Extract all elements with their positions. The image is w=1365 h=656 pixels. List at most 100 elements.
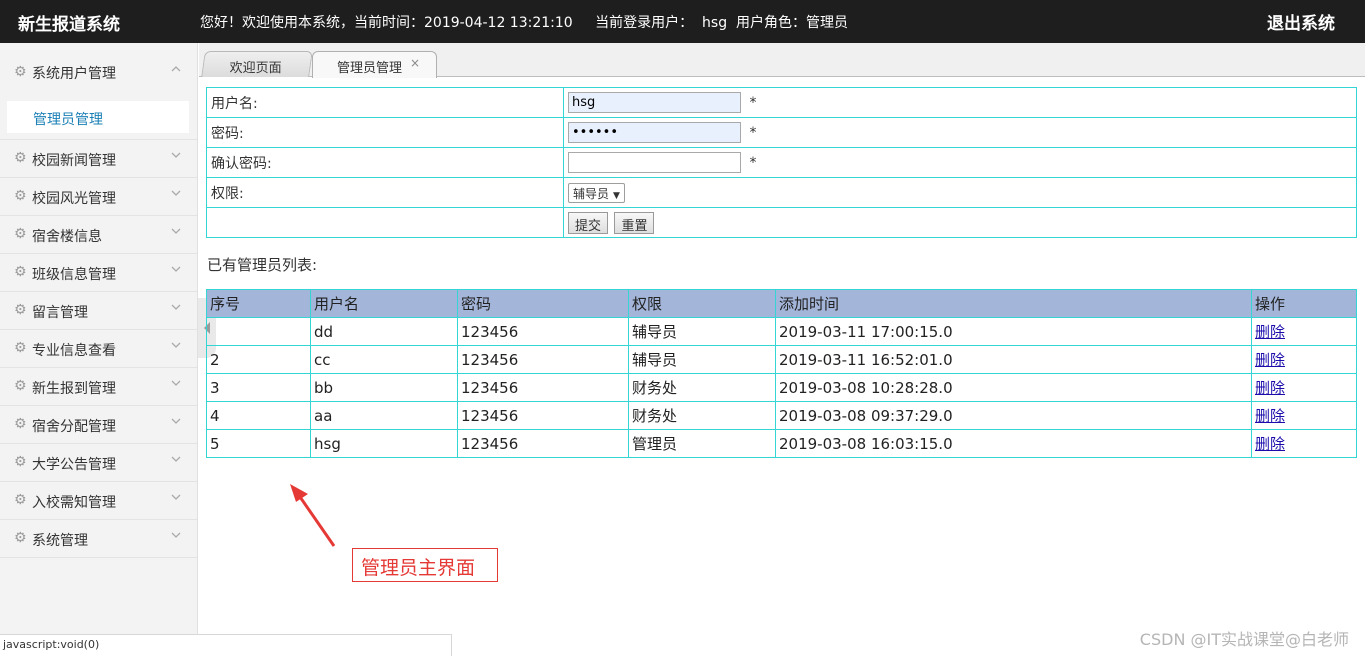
sidebar-subitem-label: 管理员管理	[33, 112, 103, 128]
table-row: 4 aa 123456 财务处 2019-03-08 09:37:29.0 删除	[206, 401, 1357, 430]
gear-icon: ⚙	[14, 188, 27, 204]
sidebar-item[interactable]: ⚙ 专业信息查看	[0, 330, 197, 368]
sidebar-item-label: 校园新闻管理	[32, 153, 116, 169]
table-cell: 财务处	[628, 373, 776, 402]
table-row: 2 cc 123456 辅导员 2019-03-11 16:52:01.0 删除	[206, 345, 1357, 374]
annotation-arrow-icon	[290, 484, 336, 547]
table-cell: 删除	[1251, 317, 1357, 346]
chevron-down-icon	[171, 304, 181, 314]
table-row: 5 hsg 123456 管理员 2019-03-08 16:03:15.0 删除	[206, 429, 1357, 458]
confirm-password-input[interactable]	[568, 152, 741, 173]
table-cell: 辅导员	[628, 317, 776, 346]
annotation-label: 管理员主界面	[352, 548, 498, 582]
sidebar-item[interactable]: ⚙ 入校需知管理	[0, 482, 197, 520]
table-cell: 财务处	[628, 401, 776, 430]
sidebar: ⚙ 系统用户管理 管理员管理 ⚙ 校园新闻管理 ⚙ 校园风光管理 ⚙ 宿舍楼信息 ⚙ 班级信息管理 ⚙…	[0, 43, 198, 656]
sidebar-item-label: 班级信息管理	[32, 267, 116, 283]
sidebar-item-label: 入校需知管理	[32, 495, 116, 511]
table-cell: dd	[310, 317, 458, 346]
watermark: CSDN @IT实战课堂@白老师	[1139, 630, 1349, 649]
table-cell: 3	[206, 373, 311, 402]
gear-icon: ⚙	[14, 226, 27, 242]
username-input[interactable]	[568, 92, 741, 113]
table-cell: 2019-03-08 16:03:15.0	[775, 429, 1252, 458]
app-title: 新生报道系统	[18, 15, 120, 35]
table-cell: 123456	[457, 345, 629, 374]
sidebar-item[interactable]: ⚙ 留言管理	[0, 292, 197, 330]
chevron-down-icon	[171, 266, 181, 276]
gear-icon: ⚙	[14, 416, 27, 432]
sidebar-item[interactable]: ⚙ 系统管理	[0, 520, 197, 558]
gear-icon: ⚙	[14, 150, 27, 166]
delete-link[interactable]: 删除	[1255, 435, 1285, 453]
table-cell: aa	[310, 401, 458, 430]
chevron-down-icon	[171, 532, 181, 542]
admin-list-title: 已有管理员列表:	[207, 256, 318, 274]
sidebar-item-label: 系统用户管理	[32, 66, 116, 82]
sidebar-item-label: 校园风光管理	[32, 191, 116, 207]
chevron-down-icon	[171, 456, 181, 466]
required-mark: *	[749, 124, 757, 141]
sidebar-item[interactable]: ⚙ 系统用户管理	[0, 43, 197, 95]
sidebar-item[interactable]: ⚙ 班级信息管理	[0, 254, 197, 292]
delete-link[interactable]: 删除	[1255, 323, 1285, 341]
required-mark: *	[749, 94, 757, 111]
col-header: 权限	[628, 289, 776, 318]
sidebar-item[interactable]: ⚙ 新生报到管理	[0, 368, 197, 406]
greeting-text: 您好！欢迎使用本系统，当前时间：2019-04-12 13:21:10	[200, 15, 573, 31]
table-cell: 辅导员	[628, 345, 776, 374]
col-header: 密码	[457, 289, 629, 318]
sidebar-item-label: 专业信息查看	[32, 343, 116, 359]
table-cell: hsg	[310, 429, 458, 458]
role-select[interactable]: 辅导员 ▼	[568, 182, 625, 203]
sidebar-item-label: 宿舍分配管理	[32, 419, 116, 435]
status-bar: javascript:void(0)	[0, 634, 452, 656]
table-row: dd 123456 辅导员 2019-03-11 17:00:15.0 删除	[206, 317, 1357, 346]
admin-form: 用户名: * 密码: * 确认密码: * 权限: 辅导员▼ 提交 重置	[206, 87, 1357, 238]
tab-close-icon[interactable]: ×	[410, 56, 420, 70]
confirm-password-label: 确认密码:	[206, 147, 564, 178]
tab-admin-management[interactable]: 管理员管理 ×	[312, 51, 437, 78]
reset-button[interactable]: 重置	[614, 211, 655, 234]
col-header: 操作	[1251, 289, 1357, 318]
sidebar-subitem-admin-management[interactable]: 管理员管理	[7, 101, 189, 133]
col-header: 用户名	[310, 289, 458, 318]
table-cell: 删除	[1251, 429, 1357, 458]
chevron-down-icon	[171, 380, 181, 390]
gear-icon: ⚙	[14, 64, 27, 80]
table-cell: 123456	[457, 429, 629, 458]
table-cell: 2019-03-08 09:37:29.0	[775, 401, 1252, 430]
sidebar-item[interactable]: ⚙ 大学公告管理	[0, 444, 197, 482]
submit-button[interactable]: 提交	[568, 211, 609, 234]
sidebar-item[interactable]: ⚙ 校园风光管理	[0, 178, 197, 216]
tab-welcome[interactable]: 欢迎页面	[201, 51, 313, 77]
col-header: 添加时间	[775, 289, 1252, 318]
username-label: 用户名:	[206, 87, 564, 118]
table-cell: 2019-03-11 17:00:15.0	[775, 317, 1252, 346]
sidebar-item-label: 留言管理	[32, 305, 88, 321]
chevron-down-icon	[171, 494, 181, 504]
gear-icon: ⚙	[14, 378, 27, 394]
table-cell: 删除	[1251, 345, 1357, 374]
password-label: 密码:	[206, 117, 564, 148]
delete-link[interactable]: 删除	[1255, 351, 1285, 369]
sidebar-item[interactable]: ⚙ 宿舍分配管理	[0, 406, 197, 444]
password-input[interactable]	[568, 122, 741, 143]
chevron-up-icon	[171, 66, 181, 76]
delete-link[interactable]: 删除	[1255, 407, 1285, 425]
table-cell	[206, 317, 311, 346]
table-cell: 删除	[1251, 373, 1357, 402]
delete-link[interactable]: 删除	[1255, 379, 1285, 397]
gear-icon: ⚙	[14, 454, 27, 470]
sidebar-item[interactable]: ⚙ 宿舍楼信息	[0, 216, 197, 254]
table-cell: cc	[310, 345, 458, 374]
empty-cell	[206, 207, 564, 238]
sidebar-item[interactable]: ⚙ 校园新闻管理	[0, 140, 197, 178]
tab-bar: 欢迎页面 管理员管理 ×	[199, 43, 1365, 78]
logout-button[interactable]: 退出系统	[1267, 9, 1335, 34]
gear-icon: ⚙	[14, 302, 27, 318]
table-cell: 2	[206, 345, 311, 374]
gear-icon: ⚙	[14, 264, 27, 280]
table-cell: bb	[310, 373, 458, 402]
table-cell: 4	[206, 401, 311, 430]
